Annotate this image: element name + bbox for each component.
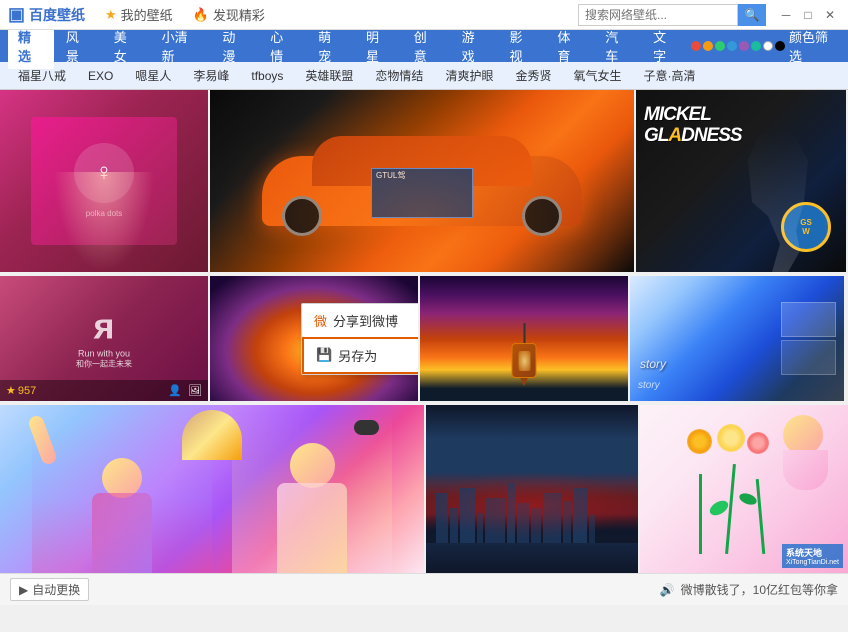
search-bar: 🔍 <box>578 4 766 26</box>
color-filter[interactable]: 颜色筛选 <box>691 27 840 65</box>
image-icon: 🖼 <box>188 384 202 397</box>
wallpaper-r1c1[interactable]: ♀ polka dots <box>0 90 208 272</box>
app-logo: ▣ 百度壁纸 <box>8 4 85 25</box>
notification-text: 微博散钱了，10亿红包等你拿 <box>681 581 838 598</box>
wallpaper-grid: ♀ polka dots <box>0 90 848 573</box>
wallpaper-r1c2[interactable]: GTUL驾 <box>210 90 634 272</box>
tag-jinsuxian[interactable]: 金秀贤 <box>505 65 561 86</box>
wallpaper-r2c4[interactable]: story story <box>630 276 844 401</box>
tab-discover[interactable]: 🔥 发现精彩 <box>193 5 265 24</box>
cell-overlay-r2c1: ★ 957 👤 🖼 <box>0 380 208 401</box>
titlebar: ▣ 百度壁纸 ★ 我的壁纸 🔥 发现精彩 🔍 ─ □ ✕ <box>0 0 848 30</box>
tab-my-wallpaper[interactable]: ★ 我的壁纸 <box>105 5 173 24</box>
wallpaper-r2c3[interactable] <box>420 276 628 401</box>
wallpaper-r3c1[interactable] <box>0 405 424 573</box>
user-icon: 👤 <box>168 384 182 397</box>
tag-lianwu[interactable]: 恋物情结 <box>365 65 433 86</box>
navbar: 精选 风景 美女 小清新 动漫 心情 萌宠 明星 创意 游戏 影视 体育 汽车 … <box>0 30 848 62</box>
weibo-icon: 微 <box>314 311 327 330</box>
tagbar: 福星八戒 EXO 嗯星人 李易峰 tfboys 英雄联盟 恋物情结 清爽护眼 金… <box>0 62 848 90</box>
auto-icon: ▶ <box>19 583 28 597</box>
close-button[interactable]: ✕ <box>820 5 840 25</box>
auto-change-label: 自动更换 <box>32 581 80 598</box>
bottom-bar: ▶ 自动更换 🔊 微博散钱了，10亿红包等你拿 <box>0 573 848 605</box>
titlebar-tabs: ★ 我的壁纸 🔥 发现精彩 <box>105 5 265 24</box>
color-filter-label: 颜色筛选 <box>789 27 840 65</box>
tag-nxingren[interactable]: 嗯星人 <box>125 65 181 86</box>
tag-refreshing[interactable]: 清爽护眼 <box>435 65 503 86</box>
fire-icon: 🔥 <box>193 7 209 23</box>
tag-fuxingbazhi[interactable]: 福星八戒 <box>8 65 76 86</box>
site-watermark: 系统天地 XiTongTianDi.net <box>782 544 843 568</box>
app-title: 百度壁纸 <box>29 5 85 25</box>
tag-ziyi-hd[interactable]: 子意·高清 <box>633 65 705 86</box>
save-as-item[interactable]: 💾 另存为 <box>302 337 418 374</box>
wallpaper-r3c3[interactable]: 系统天地 XiTongTianDi.net <box>640 405 848 573</box>
search-icon: 🔍 <box>745 8 760 22</box>
wallpaper-r3c2[interactable] <box>426 405 638 573</box>
logo-icon: ▣ <box>8 4 25 25</box>
search-button[interactable]: 🔍 <box>738 4 766 26</box>
wallpaper-r1c3[interactable]: MICKELGLADNESS GSW <box>636 90 846 272</box>
context-menu: 微 分享到微博 💾 另存为 <box>301 303 418 375</box>
grid-row-1: ♀ polka dots <box>0 90 848 272</box>
tag-liyifeng[interactable]: 李易峰 <box>183 65 239 86</box>
stars-count: ★ 957 <box>6 384 36 397</box>
minimize-button[interactable]: ─ <box>776 5 796 25</box>
tag-heroesleague[interactable]: 英雄联盟 <box>295 65 363 86</box>
maximize-button[interactable]: □ <box>798 5 818 25</box>
speaker-icon: 🔊 <box>660 583 675 597</box>
window-controls: ─ □ ✕ <box>776 5 840 25</box>
save-icon: 💾 <box>316 347 332 363</box>
wallpaper-r2c2[interactable]: 微 分享到微博 💾 另存为 <box>210 276 418 401</box>
wallpaper-r2c1[interactable]: ᴙ Run with you 和你一起走未来 ★ 957 👤 🖼 <box>0 276 208 401</box>
star-icon: ★ <box>105 7 117 23</box>
auto-change-button[interactable]: ▶ 自动更换 <box>10 578 89 601</box>
search-input[interactable] <box>578 4 738 26</box>
share-weibo-item[interactable]: 微 分享到微博 <box>302 304 418 337</box>
notification-bar: 🔊 微博散钱了，10亿红包等你拿 <box>660 581 838 598</box>
tag-exo[interactable]: EXO <box>78 67 123 85</box>
tag-oxygen-girl[interactable]: 氧气女生 <box>563 65 631 86</box>
pink-text-overlay: ᴙ Run with you 和你一起走未来 <box>76 308 132 369</box>
grid-row-3: 系统天地 XiTongTianDi.net <box>0 405 848 573</box>
tag-tfboys[interactable]: tfboys <box>241 67 293 85</box>
grid-row-2: ᴙ Run with you 和你一起走未来 ★ 957 👤 🖼 微 <box>0 276 848 401</box>
cell-icons: 👤 🖼 <box>168 384 202 397</box>
basketball-text: MICKELGLADNESS <box>644 105 742 147</box>
